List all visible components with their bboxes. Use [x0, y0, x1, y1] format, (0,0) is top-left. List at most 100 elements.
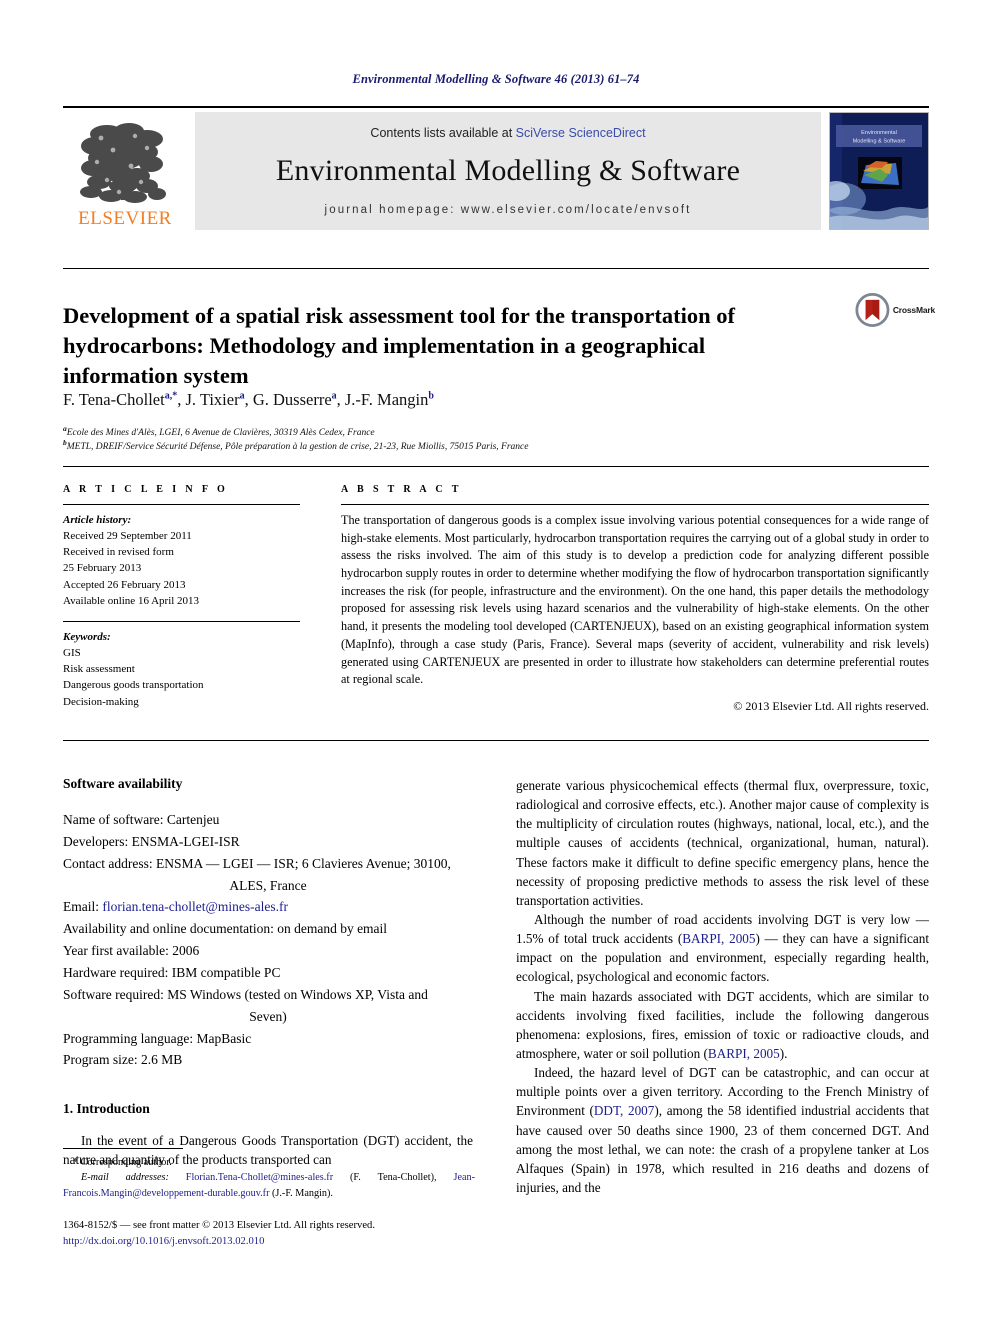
- svg-text:Modelling & Software: Modelling & Software: [853, 139, 906, 145]
- software-item: Programming language: MapBasic: [63, 1028, 473, 1050]
- running-head: Environmental Modelling & Software 46 (2…: [352, 72, 640, 86]
- software-item-label: Programming language:: [63, 1030, 197, 1046]
- elsevier-wordmark: ELSEVIER: [78, 208, 172, 229]
- sciencedirect-link[interactable]: SciVerse ScienceDirect: [516, 126, 646, 140]
- cover-art: Environmental Modelling & Software: [830, 113, 928, 229]
- abstract-copyright: © 2013 Elsevier Ltd. All rights reserved…: [733, 698, 929, 713]
- corresponding-author-note: * Corresponding author.: [73, 1157, 172, 1168]
- introduction-heading: 1. Introduction: [63, 1101, 150, 1117]
- software-item: Software required: MS Windows (tested on…: [63, 984, 473, 1028]
- issn-front-matter: 1364-8152/$ — see front matter © 2013 El…: [63, 1220, 375, 1231]
- body-column-right: generate various physicochemical effects…: [516, 776, 929, 1197]
- author-name: J. Tixier: [185, 390, 240, 409]
- author-marks: a: [331, 390, 337, 402]
- elsevier-logo: ELSEVIER: [63, 112, 187, 230]
- software-item: Email: florian.tena-chollet@mines-ales.f…: [63, 896, 473, 918]
- software-item: Year first available: 2006: [63, 940, 473, 962]
- keyword-item: Risk assessment: [63, 663, 135, 676]
- software-contact-email-link[interactable]: florian.tena-chollet@mines-ales.fr: [102, 899, 288, 914]
- crossmark-label: CrossMark: [892, 305, 935, 315]
- software-item-value: MapBasic: [196, 1030, 252, 1046]
- software-item-label: Name of software:: [63, 812, 167, 827]
- contents-available-line: Contents lists available at SciVerse Sci…: [370, 126, 645, 140]
- software-item-label: Year first available:: [63, 943, 173, 959]
- abstract-heading: A B S T R A C T: [341, 484, 462, 495]
- svg-text:Environmental: Environmental: [861, 130, 897, 136]
- abstract-column: A B S T R A C T The transportation of da…: [341, 484, 929, 714]
- info-rule-top: [63, 466, 929, 467]
- email-addresses-label: E-mail addresses:: [81, 1172, 169, 1184]
- history-item: Accepted 26 February 2013: [63, 578, 186, 591]
- history-item: 25 February 2013: [63, 562, 142, 575]
- citation-link-barpi-2005[interactable]: BARPI, 2005: [682, 931, 755, 946]
- article-history-block: Article history: Received 29 September 2…: [63, 512, 300, 609]
- software-item-label: Contact address:: [63, 855, 156, 871]
- article-info-heading: A R T I C L E I N F O: [63, 484, 229, 495]
- software-item-label: Availability and online documentation:: [63, 921, 278, 937]
- author-name: G. Dusserre: [252, 390, 332, 409]
- author-list: F. Tena-Cholleta,*, J. Tixiera, G. Dusse…: [63, 390, 434, 409]
- paper-page: Environmental Modelling & Software 46 (2…: [0, 0, 992, 1323]
- affiliation-text: Ecole des Mines d'Alès, LGEI, 6 Avenue d…: [66, 428, 375, 439]
- contents-prefix: Contents lists available at: [370, 126, 516, 140]
- journal-title: Environmental Modelling & Software: [275, 154, 741, 187]
- footnote-email-paren-2: (J.-F. Mangin).: [272, 1187, 333, 1199]
- software-item: Developers: ENSMA-LGEI-ISR: [63, 831, 473, 853]
- software-item-label: Software required:: [63, 986, 168, 1002]
- title-rule: [63, 268, 929, 269]
- software-item-value: IBM compatible PC: [171, 965, 281, 981]
- abstract-divider: [341, 504, 929, 505]
- elsevier-tree-icon: [80, 123, 166, 203]
- software-item: Name of software: Cartenjeu: [63, 809, 473, 831]
- crossmark-badge[interactable]: CrossMark: [855, 289, 935, 331]
- article-info-divider: [63, 504, 300, 505]
- footnote-email-paren-1: (F. Tena-Chollet),: [350, 1172, 437, 1184]
- doi-link[interactable]: http://dx.doi.org/10.1016/j.envsoft.2013…: [63, 1236, 264, 1247]
- software-item: Availability and online documentation: o…: [63, 918, 473, 940]
- citation-link-ddt-2007[interactable]: DDT, 2007: [594, 1103, 654, 1118]
- keywords-block: Keywords: GIS Risk assessment Dangerous …: [63, 629, 300, 710]
- software-item-value: 2.6 MB: [140, 1052, 183, 1068]
- software-item-value: ENSMA-LGEI-ISR: [131, 833, 240, 849]
- software-item-label: Hardware required:: [63, 965, 172, 981]
- history-item: Received in revised form: [63, 546, 174, 559]
- keywords-divider: [63, 620, 300, 622]
- author-marks: b: [428, 390, 434, 402]
- journal-homepage-line[interactable]: journal homepage: www.elsevier.com/locat…: [325, 204, 692, 216]
- keyword-item: Decision-making: [63, 695, 139, 708]
- history-item: Available online 16 April 2013: [63, 594, 200, 607]
- software-availability-heading: Software availability: [63, 776, 183, 791]
- crossmark-icon: [855, 293, 890, 327]
- software-item-label: Email:: [63, 899, 103, 915]
- software-item: Contact address: ENSMA — LGEI — ISR; 6 C…: [63, 853, 473, 897]
- right-p3-b: ).: [779, 1045, 788, 1061]
- software-item-label: Developers:: [63, 833, 132, 849]
- author-marks: a,*: [164, 390, 178, 402]
- software-item-value: Cartenjeu: [166, 812, 220, 827]
- author-name: J.-F. Mangin: [344, 390, 429, 409]
- keyword-item: Dangerous goods transportation: [63, 679, 204, 692]
- article-history-label: Article history:: [63, 514, 132, 526]
- author-marks: a: [239, 390, 245, 402]
- software-item-continuation: Seven): [249, 1008, 287, 1024]
- footnote-email-link-1[interactable]: Florian.Tena-Chollet@mines-ales.fr: [186, 1172, 333, 1183]
- software-item: Hardware required: IBM compatible PC: [63, 962, 473, 984]
- software-item-label: Program size:: [63, 1052, 141, 1068]
- software-item-value: ENSMA — LGEI — ISR; 6 Clavieres Avenue; …: [155, 855, 451, 871]
- right-paragraph-2: Although the number of road accidents in…: [516, 910, 929, 987]
- right-paragraph-1: generate various physicochemical effects…: [516, 778, 929, 908]
- abstract-text: The transportation of dangerous goods is…: [341, 513, 929, 687]
- journal-cover-thumbnail: Environmental Modelling & Software: [829, 112, 929, 230]
- affiliation: bMETL, DREIF/Service Sécurité Défense, P…: [63, 438, 883, 455]
- info-rule-bottom: [63, 740, 929, 741]
- software-item: Program size: 2.6 MB: [63, 1049, 473, 1071]
- journal-band: Contents lists available at SciVerse Sci…: [195, 112, 821, 230]
- software-item-value: MS Windows (tested on Windows XP, Vista …: [167, 986, 428, 1002]
- history-item: Received 29 September 2011: [63, 530, 192, 543]
- body-column-left: Software availability Name of software: …: [63, 776, 473, 1170]
- footnote-rule: [63, 1148, 183, 1149]
- citation-link-barpi-2005[interactable]: BARPI, 2005: [708, 1046, 780, 1061]
- footnote-block: * Corresponding author. E-mail addresses…: [63, 1155, 475, 1201]
- page-title: Development of a spatial risk assessment…: [63, 303, 736, 388]
- software-item-continuation: ALES, France: [229, 877, 307, 893]
